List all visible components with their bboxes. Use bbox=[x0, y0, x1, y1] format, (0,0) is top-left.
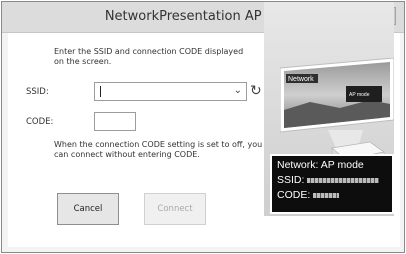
code-label: CODE: bbox=[26, 117, 54, 127]
info-code-line: CODE: bbox=[277, 188, 387, 203]
code-field[interactable] bbox=[94, 112, 136, 131]
info-ssid-label: SSID: bbox=[277, 174, 305, 186]
ssid-label: SSID: bbox=[26, 87, 49, 97]
info-network-line: Network: AP mode bbox=[277, 159, 364, 171]
ap-info-box: Network: AP mode SSID: CODE: bbox=[270, 154, 394, 214]
info-ssid-line: SSID: bbox=[277, 173, 387, 188]
code-note-text: When the connection CODE setting is set … bbox=[54, 140, 263, 159]
dialog-window: NetworkPresentation AP Mode × Enter the … bbox=[1, 1, 405, 253]
screen-network-label: Network bbox=[288, 76, 314, 83]
instructions-text: Enter the SSID and connection CODE displ… bbox=[54, 47, 244, 66]
masked-ssid bbox=[307, 177, 380, 183]
refresh-icon[interactable]: ↻ bbox=[250, 83, 262, 99]
projection-screen-illustration: Network AP mode bbox=[280, 58, 394, 133]
cancel-button[interactable]: Cancel bbox=[57, 193, 119, 225]
screen-mode-text: AP mode bbox=[349, 92, 370, 98]
text-caret bbox=[100, 86, 101, 97]
chevron-down-icon[interactable]: ⌄ bbox=[234, 85, 242, 96]
ssid-dropdown[interactable]: ⌄ bbox=[94, 82, 247, 101]
info-code-label: CODE: bbox=[277, 189, 311, 201]
connect-button[interactable]: Connect bbox=[144, 193, 206, 225]
masked-code bbox=[313, 192, 340, 198]
